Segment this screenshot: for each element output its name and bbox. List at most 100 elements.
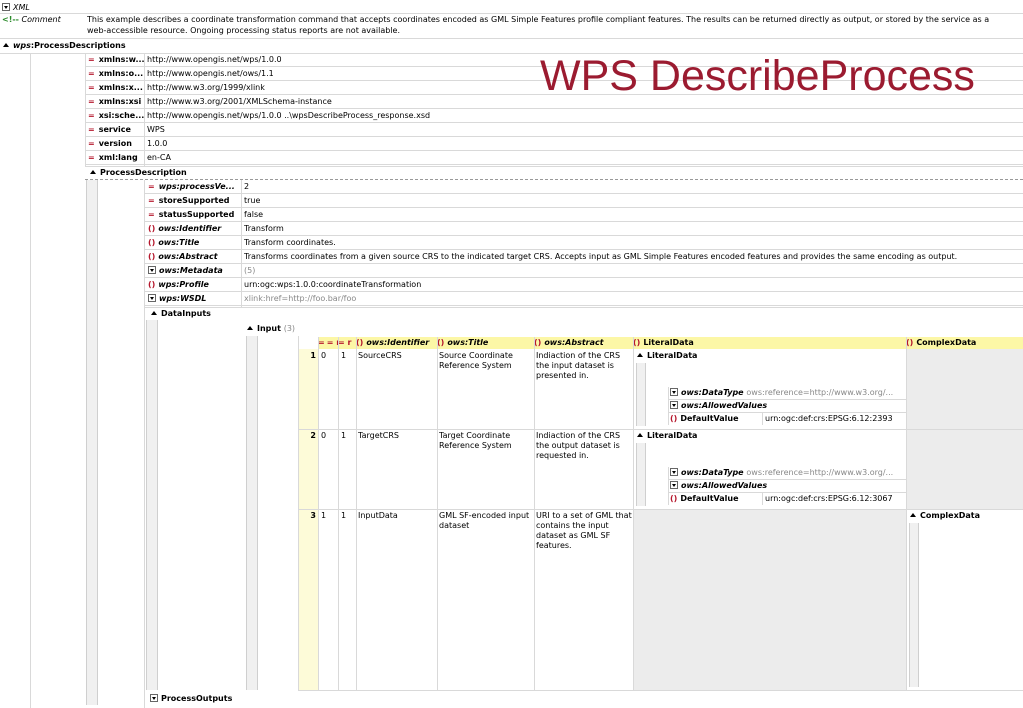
literaldata-node[interactable]: LiteralData bbox=[636, 430, 697, 443]
expand-toggle-icon[interactable] bbox=[148, 266, 156, 274]
overlay-title: WPS DescribeProcess bbox=[540, 52, 975, 100]
comment-icon: <!-- bbox=[2, 15, 19, 24]
datatype-label: ows:DataType bbox=[681, 468, 744, 477]
defaultvalue-value[interactable]: urn:ogc:def:crs:EPSG:6.12:3067 bbox=[765, 493, 893, 506]
datatype-value: ows:reference=http://www.w3.org/... bbox=[746, 468, 894, 477]
expand-toggle-icon[interactable] bbox=[2, 3, 10, 11]
comment-label-row: <!-- Comment bbox=[2, 14, 61, 27]
header-complexdata[interactable]: () ComplexData bbox=[906, 337, 1023, 349]
process-field-name-text: ows:Abstract bbox=[158, 252, 218, 261]
cell-abstract[interactable]: URI to a set of GML that contains the in… bbox=[536, 511, 632, 551]
datainputs-gutter bbox=[146, 320, 158, 690]
header-abstract-text: ows:Abstract bbox=[544, 338, 604, 347]
root-node[interactable]: wps:ProcessDescriptions bbox=[2, 40, 126, 53]
cell-identifier[interactable]: InputData bbox=[358, 511, 436, 521]
root-name: :ProcessDescriptions bbox=[30, 41, 126, 50]
process-field-name-text: statusSupported bbox=[158, 210, 235, 219]
cell-title[interactable]: GML SF-encoded input dataset bbox=[439, 511, 533, 531]
header-maxoccurs-text: = r bbox=[338, 338, 352, 347]
expand-toggle-icon[interactable] bbox=[670, 401, 678, 409]
cell-minoccurs[interactable]: 1 bbox=[321, 511, 336, 521]
processoutputs-node[interactable]: ProcessOutputs bbox=[150, 693, 232, 706]
header-title-text: ows:Title bbox=[447, 338, 489, 347]
header-maxoccurs[interactable]: = r bbox=[338, 337, 357, 349]
literaldata-label: LiteralData bbox=[647, 351, 698, 360]
allowedvalues-label: ows:AllowedValues bbox=[681, 401, 768, 410]
cell-title[interactable]: Target Coordinate Reference System bbox=[439, 431, 533, 451]
allowedvalues-label: ows:AllowedValues bbox=[681, 481, 768, 490]
collapse-toggle-icon[interactable] bbox=[246, 324, 254, 332]
attribute-name-text: xmlns:o... bbox=[98, 69, 144, 78]
process-description-label: ProcessDescription bbox=[100, 168, 187, 177]
element-icon: () bbox=[670, 494, 678, 503]
expand-toggle-icon[interactable] bbox=[670, 388, 678, 396]
expand-toggle-icon[interactable] bbox=[148, 294, 156, 302]
cell-maxoccurs[interactable]: 1 bbox=[341, 351, 355, 361]
process-field-name-text: wps:WSDL bbox=[159, 294, 207, 303]
tree-gutter bbox=[86, 180, 98, 705]
row-number: 2 bbox=[310, 431, 316, 440]
collapse-toggle-icon[interactable] bbox=[150, 309, 158, 317]
comment-label: Comment bbox=[21, 15, 61, 24]
defaultvalue-label: DefaultValue bbox=[680, 494, 739, 503]
datainputs-node[interactable]: DataInputs bbox=[150, 308, 211, 321]
attribute-name-text: xsi:sche... bbox=[98, 111, 144, 120]
cell-minoccurs[interactable]: 0 bbox=[321, 351, 336, 361]
complexdata-node[interactable]: ComplexData bbox=[909, 510, 980, 523]
element-icon: () bbox=[148, 224, 156, 233]
expand-toggle-icon[interactable] bbox=[670, 468, 678, 476]
datatype-value: ows:reference=http://www.w3.org/... bbox=[746, 388, 894, 397]
xml-label: XML bbox=[13, 3, 30, 12]
process-field-name-text: storeSupported bbox=[158, 196, 230, 205]
cell-minoccurs[interactable]: 0 bbox=[321, 431, 336, 441]
process-field-name-text: ows:Title bbox=[158, 238, 200, 247]
element-icon: () bbox=[148, 280, 156, 289]
header-abstract[interactable]: () ows:Abstract bbox=[534, 337, 634, 349]
input-node[interactable]: Input (3) bbox=[246, 323, 295, 336]
cell-identifier[interactable]: TargetCRS bbox=[358, 431, 436, 441]
cell-abstract[interactable]: Indiaction of the CRS the input dataset … bbox=[536, 351, 632, 381]
expand-toggle-icon[interactable] bbox=[670, 481, 678, 489]
collapse-toggle-icon[interactable] bbox=[2, 41, 10, 49]
header-title[interactable]: () ows:Title bbox=[437, 337, 535, 349]
attribute-name-text: service bbox=[98, 125, 131, 134]
complexdata-label: ComplexData bbox=[920, 511, 981, 520]
literaldata-gutter bbox=[636, 363, 646, 426]
datatype-label: ows:DataType bbox=[681, 388, 744, 397]
comment-text-2: web-accessible resource. Ongoing process… bbox=[87, 26, 401, 35]
element-icon: () bbox=[148, 238, 156, 247]
header-complexdata-text: ComplexData bbox=[916, 338, 977, 347]
defaultvalue-node[interactable]: () DefaultValue bbox=[670, 493, 739, 506]
cell-identifier[interactable]: SourceCRS bbox=[358, 351, 436, 361]
row-number: 1 bbox=[310, 351, 316, 360]
datainputs-label: DataInputs bbox=[161, 309, 211, 318]
header-identifier[interactable]: () ows:Identifier bbox=[356, 337, 438, 349]
defaultvalue-node[interactable]: () DefaultValue bbox=[670, 413, 739, 426]
collapse-toggle-icon[interactable] bbox=[636, 351, 644, 359]
process-field-name-text: ows:Metadata bbox=[159, 266, 223, 275]
input-count: (3) bbox=[283, 324, 296, 333]
cell-maxoccurs[interactable]: 1 bbox=[341, 431, 355, 441]
row-number: 3 bbox=[310, 511, 316, 520]
input-gutter bbox=[246, 336, 258, 690]
literaldata-node[interactable]: LiteralData bbox=[636, 350, 697, 363]
attribute-name-text: xmlns:w... bbox=[98, 55, 144, 64]
literaldata-label: LiteralData bbox=[647, 431, 698, 440]
literaldata-empty-panel bbox=[633, 509, 906, 690]
cell-title[interactable]: Source Coordinate Reference System bbox=[439, 351, 533, 371]
element-icon: () bbox=[148, 252, 156, 261]
header-minoccurs[interactable]: = = r bbox=[318, 337, 339, 349]
input-label: Input bbox=[257, 324, 281, 333]
cell-maxoccurs[interactable]: 1 bbox=[341, 511, 355, 521]
root-prefix: wps bbox=[13, 41, 31, 50]
expand-toggle-icon[interactable] bbox=[150, 694, 158, 702]
collapse-toggle-icon[interactable] bbox=[909, 511, 917, 519]
header-literaldata[interactable]: () LiteralData bbox=[633, 337, 907, 349]
element-icon: () bbox=[670, 414, 678, 423]
defaultvalue-value[interactable]: urn:ogc:def:crs:EPSG:6.12:2393 bbox=[765, 413, 893, 426]
attribute-name-text: xml:lang bbox=[98, 153, 138, 162]
header-literaldata-text: LiteralData bbox=[643, 338, 694, 347]
collapse-toggle-icon[interactable] bbox=[89, 168, 97, 176]
collapse-toggle-icon[interactable] bbox=[636, 431, 644, 439]
cell-abstract[interactable]: Indiaction of the CRS the output dataset… bbox=[536, 431, 632, 461]
